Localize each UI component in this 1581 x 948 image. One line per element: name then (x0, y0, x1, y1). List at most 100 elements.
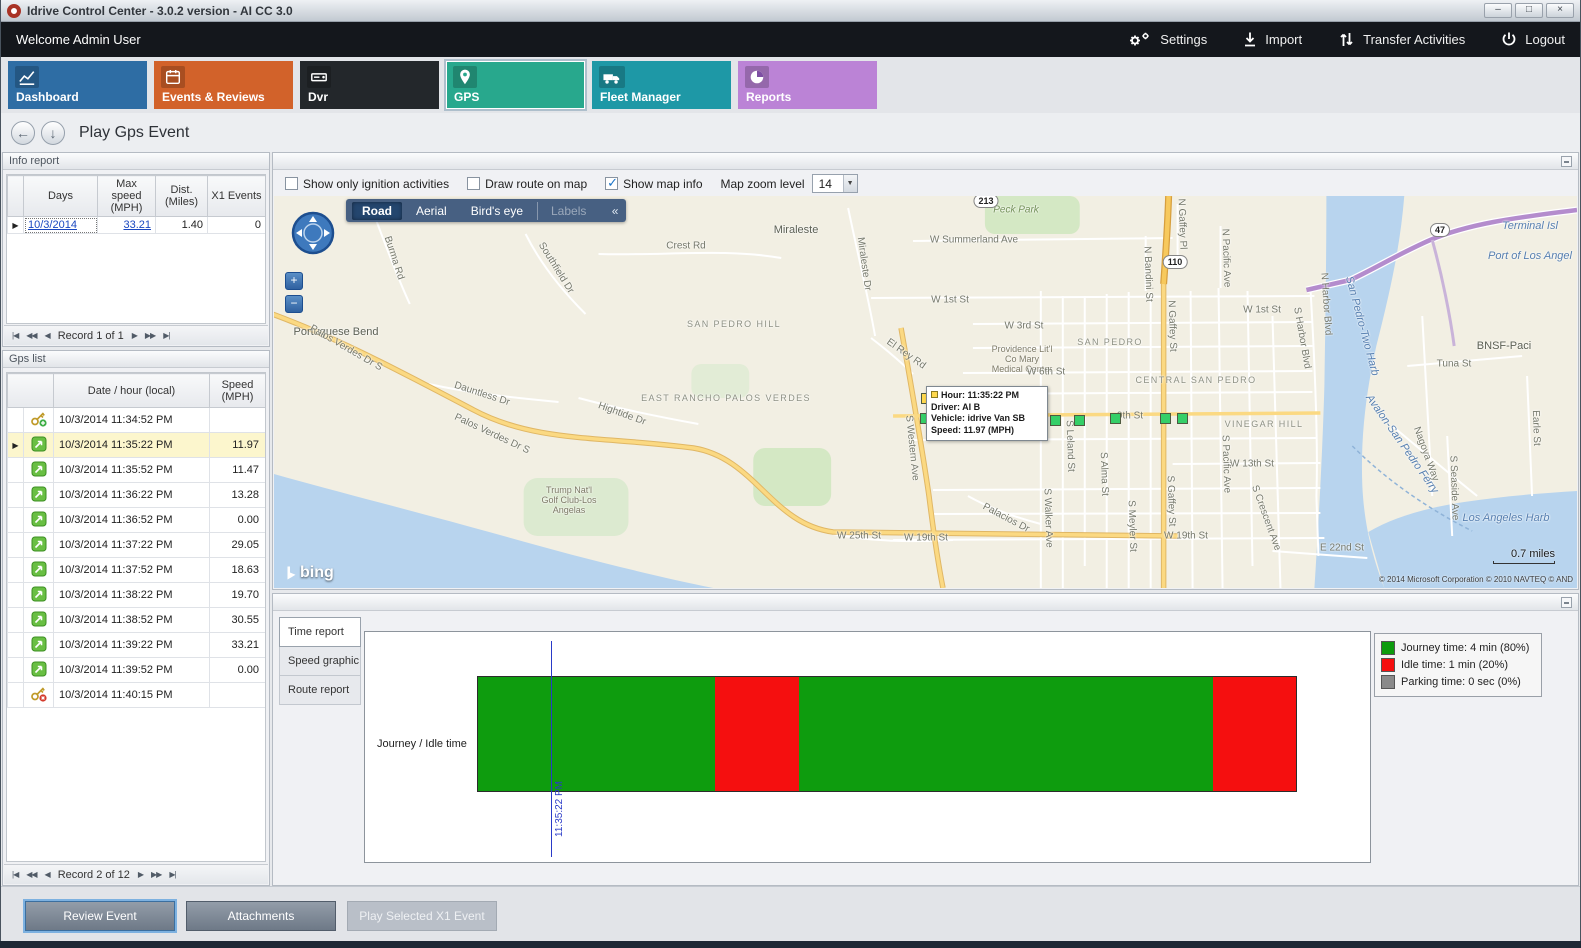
checkbox-show-map-info[interactable]: Show map info (605, 177, 702, 191)
route-marker[interactable] (1050, 415, 1061, 426)
info-col-indicator (8, 176, 24, 217)
gps-datetime: 10/3/2014 11:36:52 PM (54, 508, 210, 533)
gps-row[interactable]: 10/3/2014 11:36:52 PM0.00 (8, 508, 266, 533)
info-report-grid: Days Max speed (MPH) Dist. (Miles) X1 Ev… (6, 174, 266, 324)
gps-row[interactable]: 10/3/2014 11:40:15 PM (8, 683, 266, 708)
marker-icon (24, 483, 54, 508)
pager-next-button[interactable]: ▶ (132, 331, 137, 340)
checkbox-box[interactable] (285, 177, 298, 190)
tile-label: Reports (746, 90, 791, 104)
pager-prev-page-button[interactable]: ◀◀ (26, 331, 36, 340)
gps-row[interactable]: 10/3/2014 11:35:52 PM11.47 (8, 458, 266, 483)
pager-prev-button[interactable]: ◀ (45, 870, 50, 879)
pager-prev-page-button[interactable]: ◀◀ (26, 870, 36, 879)
gps-row[interactable]: 10/3/2014 11:39:52 PM0.00 (8, 658, 266, 683)
map-compass[interactable] (290, 210, 336, 256)
gps-row[interactable]: 10/3/2014 11:38:22 PM19.70 (8, 583, 266, 608)
route-marker[interactable] (1177, 413, 1188, 424)
attachments-button[interactable]: Attachments (186, 901, 336, 931)
route-marker[interactable] (1160, 413, 1171, 424)
menu-item-logout[interactable]: Logout (1501, 31, 1565, 48)
gps-row[interactable]: 10/3/2014 11:37:52 PM18.63 (8, 558, 266, 583)
gps-row[interactable]: 10/3/2014 11:39:22 PM33.21 (8, 633, 266, 658)
gps-row[interactable]: 10/3/2014 11:38:52 PM30.55 (8, 608, 266, 633)
info-col-dist[interactable]: Dist. (Miles) (156, 176, 208, 217)
max-speed-cell[interactable]: 33.21 (98, 217, 156, 234)
pager-prev-button[interactable]: ◀ (45, 331, 50, 340)
gps-speed: 0.00 (210, 508, 266, 533)
route-marker[interactable] (1110, 413, 1121, 424)
time-report-panel: Time reportSpeed graphicRoute report Jou… (272, 593, 1579, 886)
pager-last-button[interactable]: ▶| (163, 331, 169, 340)
bing-map[interactable]: MiralestePeck ParkW Summerland AveCrest … (274, 196, 1577, 588)
gps-row[interactable]: 10/3/2014 11:36:22 PM13.28 (8, 483, 266, 508)
pager-next-button[interactable]: ▶ (138, 870, 143, 879)
current-time-marker[interactable]: 11:35:22 PM (551, 641, 552, 857)
tab-dashboard[interactable]: Dashboard (8, 61, 147, 109)
menu-item-transfer[interactable]: Transfer Activities (1338, 31, 1465, 48)
tab-route-report[interactable]: Route report (279, 675, 361, 705)
menubar-actions: Settings Import Transfer Activities Logout (1126, 31, 1565, 48)
gps-col-speed[interactable]: Speed (MPH) (210, 374, 266, 408)
map-mode-bird-s-eye[interactable]: Bird's eye (461, 202, 533, 220)
tab-dvr[interactable]: Dvr (300, 61, 439, 109)
row-indicator (8, 683, 24, 708)
gps-row[interactable]: 10/3/2014 11:34:52 PM (8, 408, 266, 433)
app-logo-icon (7, 4, 21, 18)
route-marker[interactable] (1074, 415, 1085, 426)
tab-fleet[interactable]: Fleet Manager (592, 61, 731, 109)
legend-item: Journey time: 4 min (80%) (1381, 641, 1535, 655)
checkbox-draw-route-on-map[interactable]: Draw route on map (467, 177, 587, 191)
import-icon (1243, 31, 1257, 48)
gps-datetime: 10/3/2014 11:38:22 PM (54, 583, 210, 608)
map-zoom-select[interactable]: 14 ▼ (812, 174, 858, 193)
zoom-in-button[interactable]: + (285, 272, 303, 290)
minimize-button[interactable]: – (1484, 3, 1512, 18)
bing-logo: bing (286, 564, 334, 582)
tab-gps[interactable]: GPS (446, 61, 585, 109)
checkbox-box[interactable] (605, 177, 618, 190)
tab-events[interactable]: Events & Reviews (154, 61, 293, 109)
pager-next-page-button[interactable]: ▶▶ (145, 331, 155, 340)
welcome-text: Welcome Admin User (16, 32, 141, 47)
pager-first-button[interactable]: |◀ (12, 870, 18, 879)
map-mode-aerial[interactable]: Aerial (406, 202, 457, 220)
menu-item-settings[interactable]: Settings (1126, 31, 1207, 48)
gps-row[interactable]: ▶10/3/2014 11:35:22 PM11.97 (8, 433, 266, 458)
zoom-out-button[interactable]: − (285, 295, 303, 313)
maximize-button[interactable]: □ (1515, 3, 1543, 18)
review-event-button[interactable]: Review Event (25, 901, 175, 931)
chart-y-axis-label: Journey / Idle time (377, 738, 467, 750)
pager-first-button[interactable]: |◀ (12, 331, 18, 340)
gps-row[interactable]: 10/3/2014 11:37:22 PM29.05 (8, 533, 266, 558)
panel-collapse-button[interactable] (1561, 597, 1572, 608)
info-report-row[interactable]: ▶ 10/3/2014 33.21 1.40 0 (8, 217, 266, 234)
down-button[interactable]: ↓ (41, 121, 65, 145)
gps-datetime: 10/3/2014 11:36:22 PM (54, 483, 210, 508)
checkbox-box[interactable] (467, 177, 480, 190)
pager-next-page-button[interactable]: ▶▶ (151, 870, 161, 879)
map-mode-labels[interactable]: Labels (537, 202, 596, 220)
map-mode-road[interactable]: Road (352, 202, 402, 220)
tab-reports[interactable]: Reports (738, 61, 877, 109)
tab-time-report[interactable]: Time report (279, 617, 361, 647)
info-col-x1-events[interactable]: X1 Events (208, 176, 266, 217)
tab-speed-graphic[interactable]: Speed graphic (279, 646, 361, 676)
chart-legend: Journey time: 4 min (80%)Idle time: 1 mi… (1374, 633, 1542, 697)
pager-last-button[interactable]: ▶| (169, 870, 175, 879)
map-modes-collapse-button[interactable]: « (612, 204, 619, 218)
bing-icon (286, 566, 297, 581)
settings-icon (1126, 31, 1152, 48)
map-zoom-label: Map zoom level (721, 177, 805, 191)
subheader: ← ↓ Play Gps Event (1, 113, 1580, 152)
back-button[interactable]: ← (11, 121, 35, 145)
close-button[interactable]: × (1546, 3, 1574, 18)
page-title: Play Gps Event (79, 124, 189, 142)
gps-col-datetime[interactable]: Date / hour (local) (54, 374, 210, 408)
info-col-max-speed[interactable]: Max speed (MPH) (98, 176, 156, 217)
panel-collapse-button[interactable] (1561, 156, 1572, 167)
menu-item-import[interactable]: Import (1243, 31, 1302, 48)
days-cell[interactable]: 10/3/2014 (24, 217, 98, 234)
info-col-days[interactable]: Days (24, 176, 98, 217)
checkbox-show-only-ignition-activities[interactable]: Show only ignition activities (285, 177, 449, 191)
